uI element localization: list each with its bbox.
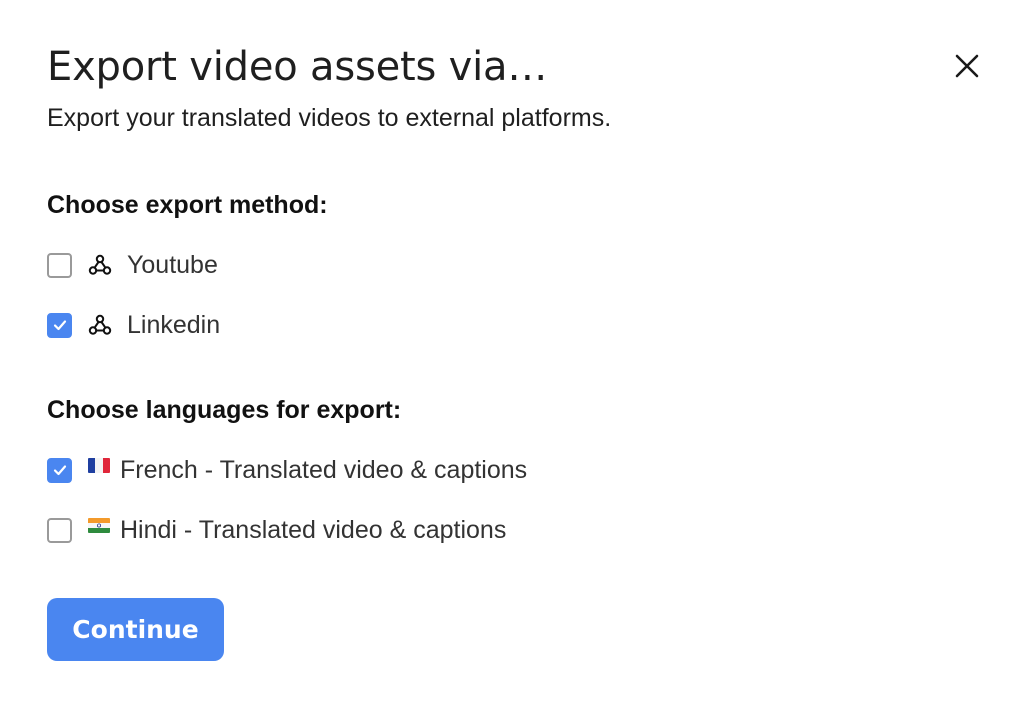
close-icon (955, 54, 979, 81)
hindi-label: Hindi - Translated video & captions (120, 515, 507, 544)
export-option-youtube[interactable]: Youtube (47, 250, 218, 280)
french-label: French - Translated video & captions (120, 455, 528, 484)
youtube-checkbox[interactable] (47, 252, 72, 278)
linkedin-label: Linkedin (127, 310, 221, 339)
linkedin-checkbox[interactable] (47, 312, 72, 338)
language-option-hindi[interactable]: Hindi - Translated video & captions (47, 515, 506, 545)
language-option-french[interactable]: French - Translated video & captions (47, 455, 527, 485)
webhook-icon (87, 252, 113, 278)
dialog-subtitle: Export your translated videos to externa… (47, 104, 612, 132)
continue-button[interactable]: Continue (47, 598, 224, 661)
close-button[interactable] (948, 48, 986, 86)
export-dialog: Export video assets via… Export your tra… (0, 0, 1033, 710)
export-method-heading: Choose export method: (47, 191, 328, 219)
webhook-icon (87, 312, 113, 338)
export-option-linkedin[interactable]: Linkedin (47, 310, 220, 340)
hindi-checkbox[interactable] (47, 517, 72, 543)
flag-france-icon (88, 457, 110, 473)
languages-heading: Choose languages for export: (47, 396, 402, 424)
french-checkbox[interactable] (47, 457, 72, 483)
youtube-label: Youtube (127, 250, 218, 279)
dialog-title: Export video assets via… (47, 44, 548, 90)
flag-india-icon (88, 517, 110, 533)
